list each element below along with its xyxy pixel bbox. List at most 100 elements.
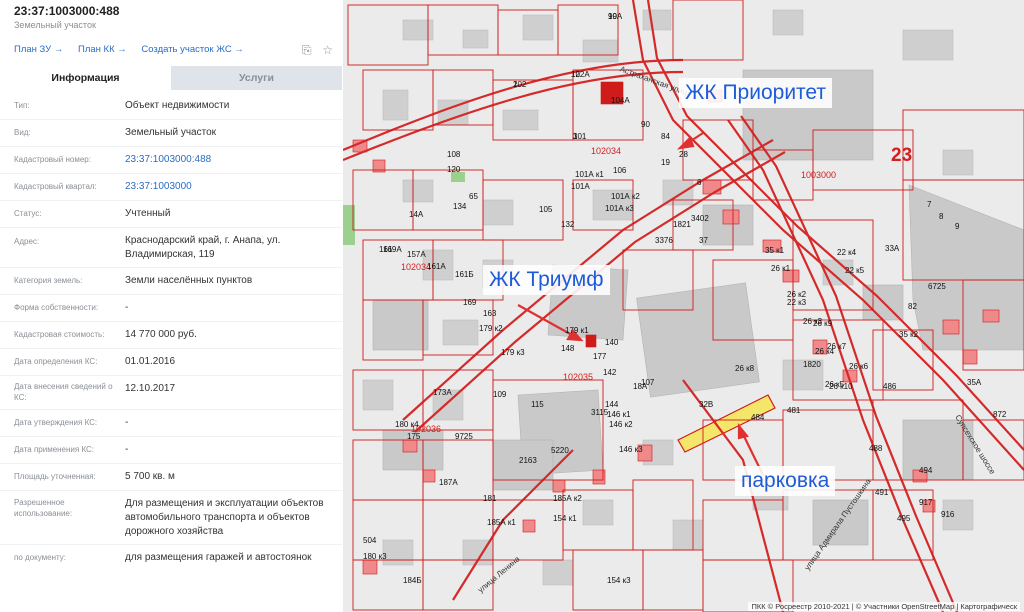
search-doc-icon[interactable]: ⎘ <box>302 43 312 58</box>
tab-services[interactable]: Услуги <box>171 66 342 90</box>
parcel-subtitle: Земельный участок <box>14 20 96 30</box>
house-number-label: 107 <box>641 378 655 387</box>
house-number-label: 163 <box>483 309 497 318</box>
house-number-label: 120 <box>447 165 461 174</box>
field-label: Дата утверждения КС: <box>14 418 98 427</box>
quarter-label: 102034 <box>591 146 622 156</box>
field-label: Тип: <box>14 101 30 110</box>
house-number-label: 22 к3 <box>787 298 807 307</box>
field-label: Дата определения КС: <box>14 357 98 366</box>
field-label: Разрешенное использование: <box>14 498 73 518</box>
house-number-label: 2 <box>513 80 518 89</box>
field-row-document: по документу: для размещения гаражей и а… <box>0 544 342 584</box>
field-row-type: Тип: Объект недвижимости <box>0 92 342 120</box>
house-number-label: 484 <box>751 413 765 422</box>
house-number-label: 2163 <box>519 456 537 465</box>
field-value: для размещения гаражей и автостоянок <box>125 552 312 563</box>
house-number-label: 504 <box>363 536 377 545</box>
field-value: - <box>125 444 129 455</box>
house-number-label: 3376 <box>655 236 673 245</box>
house-number-label: 37 <box>699 236 708 245</box>
house-number-label: 8 <box>939 212 944 221</box>
field-value: Объект недвижимости <box>125 100 230 111</box>
house-number-label: 1820 <box>803 360 821 369</box>
house-number-label: 185А к1 <box>487 518 516 527</box>
field-value: Для размещения и эксплуатации объектов а… <box>125 498 324 537</box>
house-number-label: 1821 <box>673 220 691 229</box>
house-number-label: 181 <box>483 494 497 503</box>
parcel-title: 23:37:1003000:488 <box>14 4 120 18</box>
house-number-label: 180 к3 <box>363 552 387 561</box>
house-number-label: 917 <box>919 498 933 507</box>
house-number-label: 90 <box>641 120 650 129</box>
field-value: Земельный участок <box>125 127 217 138</box>
house-number-label: 916 <box>941 510 955 519</box>
star-icon[interactable]: ☆ <box>322 43 333 57</box>
house-number-label: 84 <box>661 132 670 141</box>
house-number-label: 115 <box>531 400 544 409</box>
field-label: Кадастровый квартал: <box>14 182 97 191</box>
house-number-label: 101А <box>571 182 590 191</box>
house-number-label: 146 к1 <box>607 410 631 419</box>
district-number: 23 <box>891 145 913 166</box>
field-value: - <box>125 417 129 428</box>
house-number-label: 148 <box>561 344 575 353</box>
house-number-label: 3402 <box>691 214 709 223</box>
house-number-label: 26 к6 <box>849 362 869 371</box>
field-value: Краснодарский край, г. Анапа, ул. Владим… <box>125 235 281 260</box>
plan-zu-link[interactable]: План ЗУ → <box>14 44 63 55</box>
house-number-label: 187А <box>439 478 458 487</box>
house-number-label: 481 <box>787 406 801 415</box>
house-number-label: 28 <box>679 150 688 159</box>
quarter-label: 1003000 <box>801 170 837 180</box>
panel-header: 23:37:1003000:488 Земельный участок <box>0 0 343 38</box>
field-value: 14 770 000 руб. <box>125 329 197 340</box>
house-number-label: 32В <box>699 400 714 409</box>
quarter-label: 102035 <box>563 372 594 382</box>
cadastral-map[interactable]: 23 102034 1003000 102035 102036 102034 А… <box>343 0 1024 612</box>
create-parcel-link[interactable]: Создать участок ЖС → <box>141 44 243 55</box>
house-number-label: 146 к2 <box>609 420 633 429</box>
house-number-label: 132 <box>561 220 575 229</box>
house-number-label: 6725 <box>928 282 946 291</box>
cadastral-number-link[interactable]: 23:37:1003000:488 <box>125 153 335 167</box>
house-number-label: 180 к4 <box>395 420 419 429</box>
tab-info[interactable]: Информация <box>0 66 171 90</box>
house-number-label: 35А <box>967 378 982 387</box>
field-label: Кадастровая стоимость: <box>14 330 105 339</box>
house-number-label: 495 <box>897 514 911 523</box>
field-label: Дата применения КС: <box>14 445 95 454</box>
house-number-label: 22 к4 <box>837 248 857 257</box>
house-number-label: 161 <box>379 245 393 254</box>
house-number-label: 26 к10 <box>829 382 853 391</box>
field-value: Земли населённых пунктов <box>125 275 253 286</box>
plan-kk-link[interactable]: План КК → <box>78 44 127 55</box>
house-number-label: 175 <box>407 432 421 441</box>
field-label: Вид: <box>14 128 31 137</box>
house-number-label: 1 <box>611 96 616 105</box>
house-number-label: 101А к3 <box>605 204 634 213</box>
field-label: Дата внесения сведений о КС: <box>14 382 113 402</box>
house-number-label: 179 к2 <box>479 324 503 333</box>
cadastral-quarter-link[interactable]: 23:37:1003000 <box>125 180 335 194</box>
house-number-label: 491 <box>875 488 889 497</box>
field-row-cost-apply: Дата применения КС: - <box>0 436 342 464</box>
house-number-label: 105 <box>539 205 553 214</box>
panel-links: План ЗУ → План КК → Создать участок ЖС →… <box>14 43 333 60</box>
house-number-label: 494 <box>919 466 933 475</box>
house-number-label: 3115 <box>591 408 609 417</box>
house-number-label: 486 <box>883 382 897 391</box>
field-label: Категория земель: <box>14 276 83 285</box>
house-number-label: 6 <box>697 178 702 187</box>
field-row-kind: Вид: Земельный участок <box>0 119 342 147</box>
field-label: по документу: <box>14 553 66 562</box>
field-row-cost-entry: Дата внесения сведений о КС: 12.10.2017 <box>0 375 342 410</box>
house-number-label: 12 <box>571 70 580 79</box>
house-number-label: 179 к3 <box>501 348 525 357</box>
house-number-label: 157А <box>407 250 426 259</box>
field-value: 01.01.2016 <box>125 356 176 367</box>
house-number-label: 146 к3 <box>619 445 643 454</box>
house-number-label: 33А <box>885 244 900 253</box>
house-number-label: 154 к1 <box>553 514 577 523</box>
house-number-label: 108 <box>447 150 461 159</box>
